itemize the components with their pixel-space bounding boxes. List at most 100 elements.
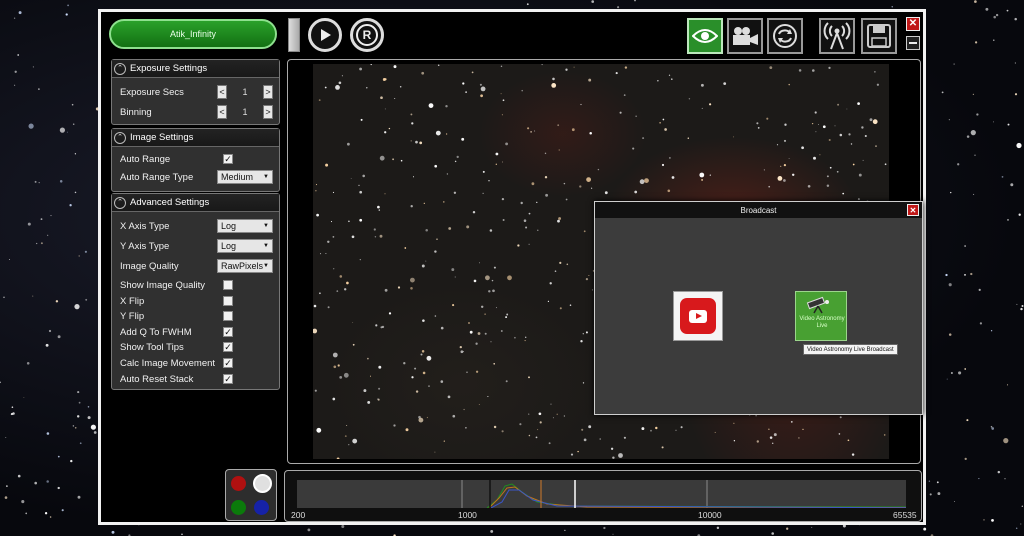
video-button[interactable] [727, 18, 763, 54]
star [768, 428, 770, 430]
image-settings-header[interactable]: ⌃ Image Settings [112, 129, 279, 147]
star [530, 131, 532, 133]
record-icon-letter: R [362, 28, 372, 42]
star [360, 118, 363, 121]
auto-reset-stack-checkbox[interactable]: ✓ [223, 374, 233, 384]
star [34, 481, 37, 485]
view-button[interactable] [687, 18, 723, 54]
binning-increment-button[interactable]: > [262, 105, 273, 119]
star [38, 88, 40, 90]
star [462, 350, 464, 352]
histogram-area[interactable] [297, 480, 907, 509]
exposure-decrement-button[interactable]: < [217, 85, 227, 99]
star [839, 133, 843, 137]
star [687, 137, 690, 139]
star [983, 519, 985, 521]
show-image-quality-checkbox[interactable] [223, 280, 233, 290]
exposure-increment-button[interactable]: > [262, 85, 273, 99]
star [411, 122, 414, 125]
star [864, 134, 867, 138]
star [945, 273, 948, 277]
star [788, 158, 790, 159]
broadcast-dialog-titlebar: Broadcast ✕ [595, 202, 922, 218]
star [1006, 9, 1009, 12]
close-window-button[interactable]: ✕ [906, 17, 920, 31]
star [549, 282, 552, 285]
star [657, 80, 659, 82]
add-q-to-fwhm-checkbox[interactable]: ✓ [223, 327, 233, 337]
red-channel-button[interactable] [231, 476, 246, 491]
camera-selector-button[interactable]: Atik_Infinity [109, 19, 277, 49]
star [554, 270, 557, 272]
broadcast-button[interactable] [819, 18, 855, 54]
video-astronomy-live-button[interactable]: Video Astronomy Live [795, 291, 847, 341]
star [973, 193, 975, 195]
collapse-chevron-icon[interactable]: ⌃ [114, 62, 126, 75]
auto-range-type-select[interactable]: Medium ▼ [217, 170, 273, 184]
broadcast-dialog-close-button[interactable]: ✕ [907, 204, 919, 216]
star [456, 155, 459, 159]
advanced-settings-header[interactable]: ⌃ Advanced Settings [112, 194, 279, 212]
star [400, 159, 403, 162]
binning-decrement-button[interactable]: < [217, 105, 227, 119]
star [8, 258, 10, 260]
star [521, 89, 523, 92]
x-axis-type-row: X Axis Type Log ▼ [120, 218, 273, 234]
toolbar-grip-handle[interactable] [288, 18, 300, 52]
green-channel-button[interactable] [231, 500, 246, 515]
star [848, 133, 851, 136]
youtube-broadcast-button[interactable] [673, 291, 723, 341]
star [67, 4, 70, 7]
image-settings-title: Image Settings [130, 132, 194, 143]
star [352, 322, 354, 323]
y-flip-checkbox[interactable] [223, 311, 233, 321]
star [333, 268, 335, 270]
binning-value[interactable]: 1 [242, 107, 247, 117]
x-flip-checkbox[interactable] [223, 296, 233, 306]
star [591, 0, 595, 3]
exposure-settings-header[interactable]: ⌃ Exposure Settings [112, 60, 279, 78]
binning-stepper: < 1 > [217, 105, 273, 119]
star [557, 124, 560, 127]
star [69, 204, 72, 207]
star [948, 119, 950, 121]
star [337, 364, 340, 367]
check-row: Calc Image Movement ✓ [120, 355, 273, 371]
show-tool-tips-checkbox[interactable]: ✓ [223, 342, 233, 352]
star [828, 66, 831, 70]
star [617, 6, 620, 9]
image-viewport[interactable]: Broadcast ✕ Video Astronomy Live Video A… [287, 59, 923, 464]
star [964, 457, 967, 461]
image-quality-select[interactable]: RawPixels ▼ [217, 259, 273, 273]
star [836, 170, 839, 173]
y-axis-type-select[interactable]: Log ▼ [217, 239, 273, 253]
collapse-chevron-icon[interactable]: ⌃ [114, 131, 126, 144]
refresh-button[interactable] [767, 18, 803, 54]
record-button[interactable]: R [350, 18, 384, 52]
star [379, 234, 383, 238]
x-axis-type-select[interactable]: Log ▼ [217, 219, 273, 233]
blue-channel-button[interactable] [254, 500, 269, 515]
star [929, 493, 932, 496]
histogram-tick-label: 10000 [698, 510, 722, 520]
star [443, 201, 445, 203]
play-button[interactable] [308, 18, 342, 52]
star [876, 83, 880, 86]
exposure-secs-label: Exposure Secs [120, 86, 184, 98]
collapse-chevron-icon[interactable]: ⌃ [114, 196, 126, 209]
calc-image-movement-checkbox[interactable]: ✓ [223, 358, 233, 368]
star [950, 371, 953, 375]
star [90, 424, 96, 430]
record-icon: R [356, 24, 378, 46]
auto-range-checkbox[interactable]: ✓ [223, 154, 233, 164]
star [74, 426, 77, 429]
star [426, 355, 432, 361]
minimize-window-button[interactable] [906, 36, 920, 50]
white-channel-button[interactable] [253, 474, 272, 493]
star [346, 281, 349, 285]
exposure-secs-value[interactable]: 1 [242, 87, 247, 97]
save-button[interactable] [861, 18, 897, 54]
star [341, 75, 343, 77]
broadcast-antenna-icon [823, 22, 851, 50]
star [346, 425, 348, 427]
